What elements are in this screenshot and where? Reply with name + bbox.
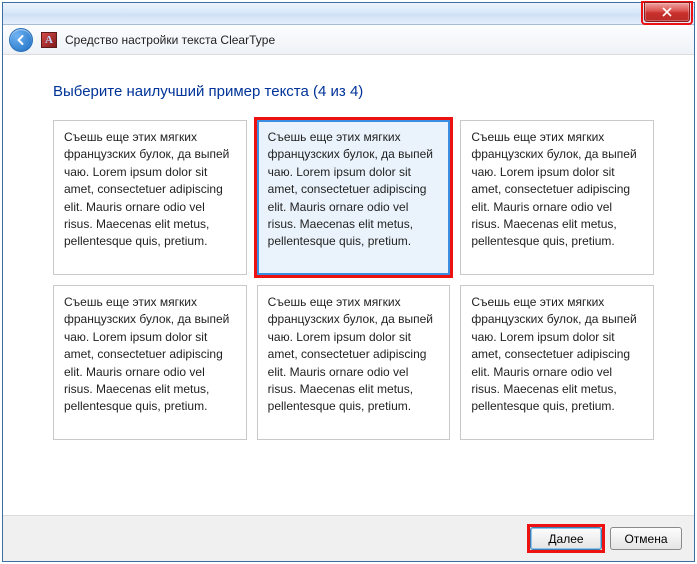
text-sample-3[interactable]: Съешь еще этих мягких французских булок,… — [460, 120, 654, 275]
app-icon: A — [41, 32, 57, 48]
text-sample-6[interactable]: Съешь еще этих мягких французских булок,… — [460, 285, 654, 440]
sample-wrap: Съешь еще этих мягких французских булок,… — [53, 120, 247, 275]
arrow-left-icon — [15, 34, 27, 46]
sample-wrap: Съешь еще этих мягких французских булок,… — [257, 120, 451, 275]
wizard-window: A Средство настройки текста ClearType Вы… — [2, 2, 695, 562]
content-area: Выберите наилучший пример текста (4 из 4… — [3, 55, 694, 515]
footer: Далее Отмена — [3, 515, 694, 561]
close-button[interactable] — [644, 2, 690, 22]
navbar: A Средство настройки текста ClearType — [3, 25, 694, 55]
sample-wrap: Съешь еще этих мягких французских булок,… — [460, 120, 654, 275]
app-icon-letter: A — [45, 34, 53, 46]
text-sample-1[interactable]: Съешь еще этих мягких французских булок,… — [53, 120, 247, 275]
cancel-button[interactable]: Отмена — [610, 527, 682, 550]
window-title: Средство настройки текста ClearType — [65, 33, 275, 47]
sample-grid: Съешь еще этих мягких французских булок,… — [53, 120, 654, 440]
text-sample-5[interactable]: Съешь еще этих мягких французских булок,… — [257, 285, 451, 440]
next-button[interactable]: Далее — [530, 527, 602, 550]
sample-wrap: Съешь еще этих мягких французских булок,… — [53, 285, 247, 440]
button-wrap: Далее — [530, 527, 602, 550]
text-sample-4[interactable]: Съешь еще этих мягких французских булок,… — [53, 285, 247, 440]
close-icon — [662, 7, 672, 17]
sample-wrap: Съешь еще этих мягких французских булок,… — [460, 285, 654, 440]
back-button[interactable] — [9, 28, 33, 52]
text-sample-2[interactable]: Съешь еще этих мягких французских булок,… — [257, 120, 451, 275]
titlebar — [3, 3, 694, 25]
page-heading: Выберите наилучший пример текста (4 из 4… — [53, 83, 654, 100]
sample-wrap: Съешь еще этих мягких французских булок,… — [257, 285, 451, 440]
